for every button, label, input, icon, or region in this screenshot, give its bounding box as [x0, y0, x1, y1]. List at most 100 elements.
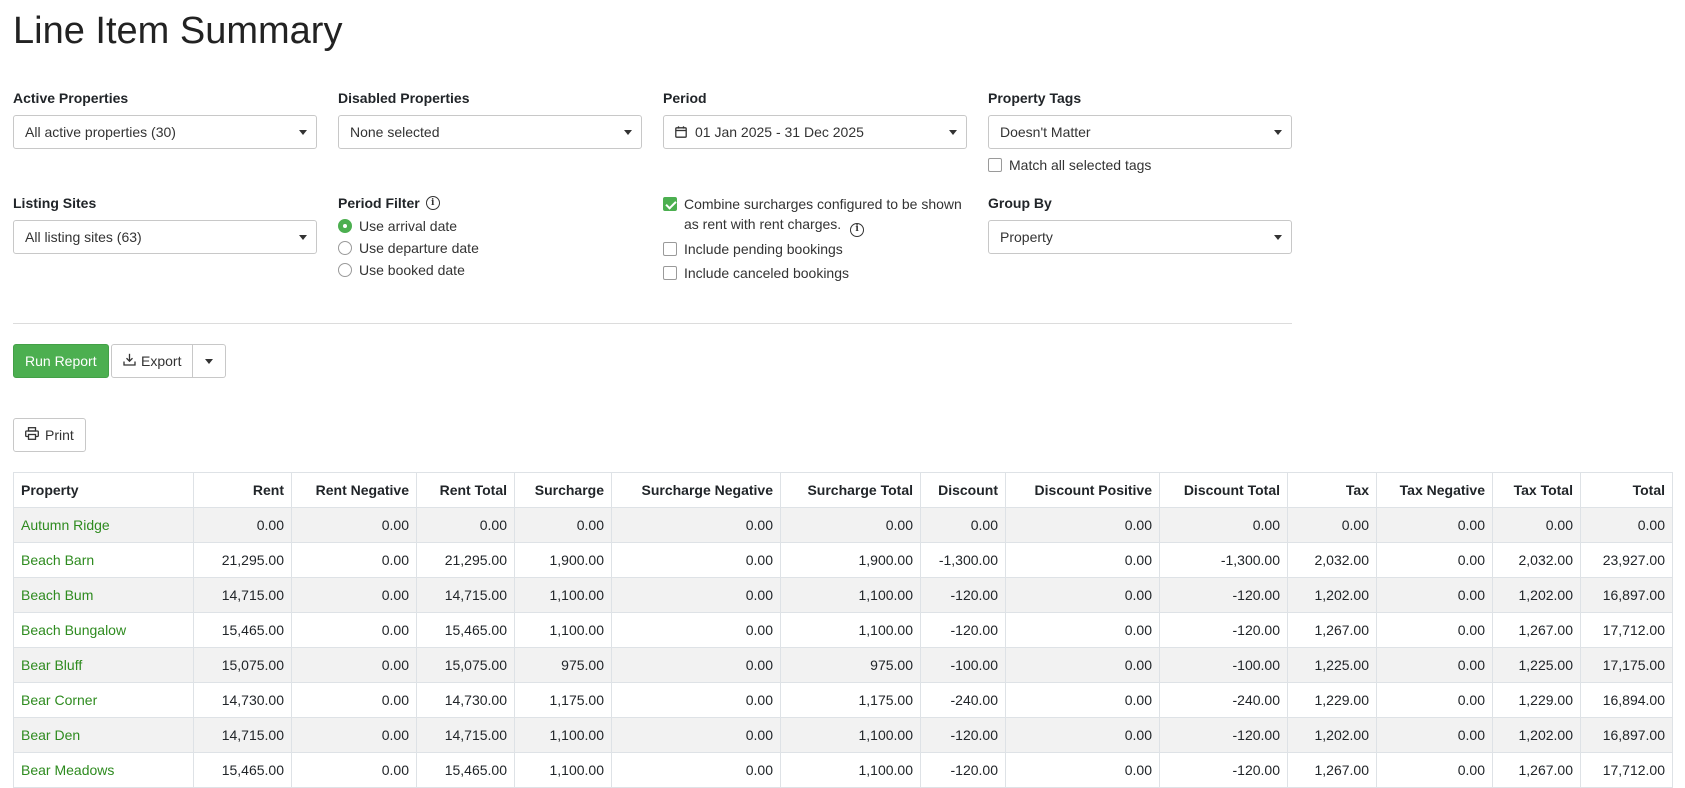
include-pending-checkbox[interactable] [663, 241, 677, 256]
chevron-down-icon [1274, 235, 1282, 240]
table-cell: 0.00 [416, 507, 515, 543]
column-header[interactable]: Tax [1287, 472, 1377, 508]
include-canceled-row[interactable]: Include canceled bookings [663, 263, 973, 283]
table-cell: 14,730.00 [416, 682, 515, 718]
info-icon[interactable]: i [425, 196, 440, 210]
line-item-summary-table: Property Rent Rent Negative Rent Total S… [13, 472, 1673, 788]
table-cell: -120.00 [920, 717, 1006, 753]
table-cell: 0.00 [291, 577, 417, 613]
chevron-down-icon [299, 130, 307, 135]
property-name-cell: Bear Meadows [13, 752, 194, 788]
property-link[interactable]: Bear Bluff [21, 657, 82, 673]
table-cell: 0.00 [291, 542, 417, 578]
download-icon [123, 353, 136, 369]
table-cell: 15,075.00 [416, 647, 515, 683]
radio-button[interactable] [338, 219, 352, 233]
property-link[interactable]: Autumn Ridge [21, 517, 110, 533]
table-cell: 0.00 [1376, 647, 1493, 683]
chevron-down-icon [205, 358, 214, 364]
property-link[interactable]: Beach Barn [21, 552, 94, 568]
export-dropdown-toggle[interactable] [193, 344, 227, 378]
radio-button[interactable] [338, 241, 352, 255]
column-header[interactable]: Property [13, 472, 194, 508]
export-button[interactable]: Export [111, 344, 194, 378]
column-header[interactable]: Rent Total [416, 472, 515, 508]
property-name-cell: Bear Den [13, 717, 194, 753]
column-header[interactable]: Discount Total [1159, 472, 1288, 508]
table-row: Bear Corner 14,730.00 0.00 14,730.00 1,175.0… [13, 682, 1673, 718]
column-header[interactable]: Surcharge Total [780, 472, 921, 508]
column-header[interactable]: Discount Positive [1005, 472, 1160, 508]
table-cell: 0.00 [920, 507, 1006, 543]
listing-sites-label: Listing Sites [13, 195, 97, 211]
table-cell: -1,300.00 [1159, 542, 1288, 578]
table-cell: -120.00 [920, 752, 1006, 788]
period-label: Period [663, 90, 707, 106]
chevron-down-icon [1274, 130, 1282, 135]
include-canceled-checkbox[interactable] [663, 265, 677, 280]
column-header[interactable]: Total [1580, 472, 1673, 508]
match-all-tags-row[interactable]: Match all selected tags [988, 155, 1292, 175]
property-name-cell: Bear Corner [13, 682, 194, 718]
radio-booked-date[interactable]: Use booked date [338, 259, 642, 281]
column-header[interactable]: Rent Negative [291, 472, 417, 508]
column-header[interactable]: Surcharge Negative [611, 472, 781, 508]
active-properties-value: All active properties (30) [25, 124, 176, 140]
table-cell: -1,300.00 [920, 542, 1006, 578]
info-icon[interactable]: i [850, 222, 865, 237]
radio-departure-date[interactable]: Use departure date [338, 237, 642, 259]
group-by-value: Property [1000, 229, 1053, 245]
radio-arrival-date[interactable]: Use arrival date [338, 215, 642, 237]
group-by-select[interactable]: Property [988, 220, 1292, 254]
column-header[interactable]: Tax Total [1492, 472, 1581, 508]
table-cell: 15,465.00 [416, 612, 515, 648]
column-header[interactable]: Discount [920, 472, 1006, 508]
listing-sites-select[interactable]: All listing sites (63) [13, 220, 317, 254]
include-pending-row[interactable]: Include pending bookings [663, 239, 973, 259]
property-tags-select[interactable]: Doesn't Matter [988, 115, 1292, 149]
chevron-down-icon [624, 130, 632, 135]
column-header[interactable]: Tax Negative [1376, 472, 1493, 508]
table-cell: 0.00 [611, 682, 781, 718]
table-row: Beach Bungalow 15,465.00 0.00 15,465.00 1,10… [13, 612, 1673, 648]
printer-icon [25, 427, 39, 443]
table-cell: 1,225.00 [1287, 647, 1377, 683]
property-link[interactable]: Beach Bungalow [21, 622, 126, 638]
combine-surcharges-row[interactable]: Combine surcharges configured to be show… [663, 194, 973, 237]
table-cell: 2,032.00 [1492, 542, 1581, 578]
period-select[interactable]: 01 Jan 2025 - 31 Dec 2025 [663, 115, 967, 149]
table-cell: 1,100.00 [780, 717, 921, 753]
print-button[interactable]: Print [13, 418, 86, 452]
table-cell: 1,267.00 [1492, 752, 1581, 788]
active-properties-label: Active Properties [13, 90, 129, 106]
table-cell: 14,715.00 [416, 577, 515, 613]
table-cell: 17,175.00 [1580, 647, 1673, 683]
table-cell: 1,100.00 [780, 577, 921, 613]
table-cell: 1,267.00 [1492, 612, 1581, 648]
table-cell: 0.00 [291, 752, 417, 788]
radio-button[interactable] [338, 263, 352, 277]
calendar-icon [675, 126, 687, 138]
active-properties-select[interactable]: All active properties (30) [13, 115, 317, 149]
column-header[interactable]: Rent [193, 472, 292, 508]
property-link[interactable]: Bear Meadows [21, 762, 114, 778]
table-cell: 0.00 [1005, 542, 1160, 578]
property-link[interactable]: Bear Corner [21, 692, 97, 708]
table-cell: 2,032.00 [1287, 542, 1377, 578]
disabled-properties-select[interactable]: None selected [338, 115, 642, 149]
column-header[interactable]: Surcharge [514, 472, 612, 508]
combine-surcharges-checkbox[interactable] [663, 197, 677, 211]
property-link[interactable]: Bear Den [21, 727, 80, 743]
table-cell: 0.00 [514, 507, 612, 543]
table-cell: 1,100.00 [780, 752, 921, 788]
chevron-down-icon [299, 235, 307, 240]
table-cell: 1,202.00 [1492, 577, 1581, 613]
table-cell: 0.00 [611, 717, 781, 753]
table-cell: 0.00 [1005, 717, 1160, 753]
match-all-tags-checkbox[interactable] [988, 158, 1002, 172]
table-cell: 1,229.00 [1492, 682, 1581, 718]
property-link[interactable]: Beach Bum [21, 587, 93, 603]
table-cell: 0.00 [1005, 647, 1160, 683]
run-report-button[interactable]: Run Report [13, 344, 109, 378]
table-cell: 14,715.00 [193, 717, 292, 753]
